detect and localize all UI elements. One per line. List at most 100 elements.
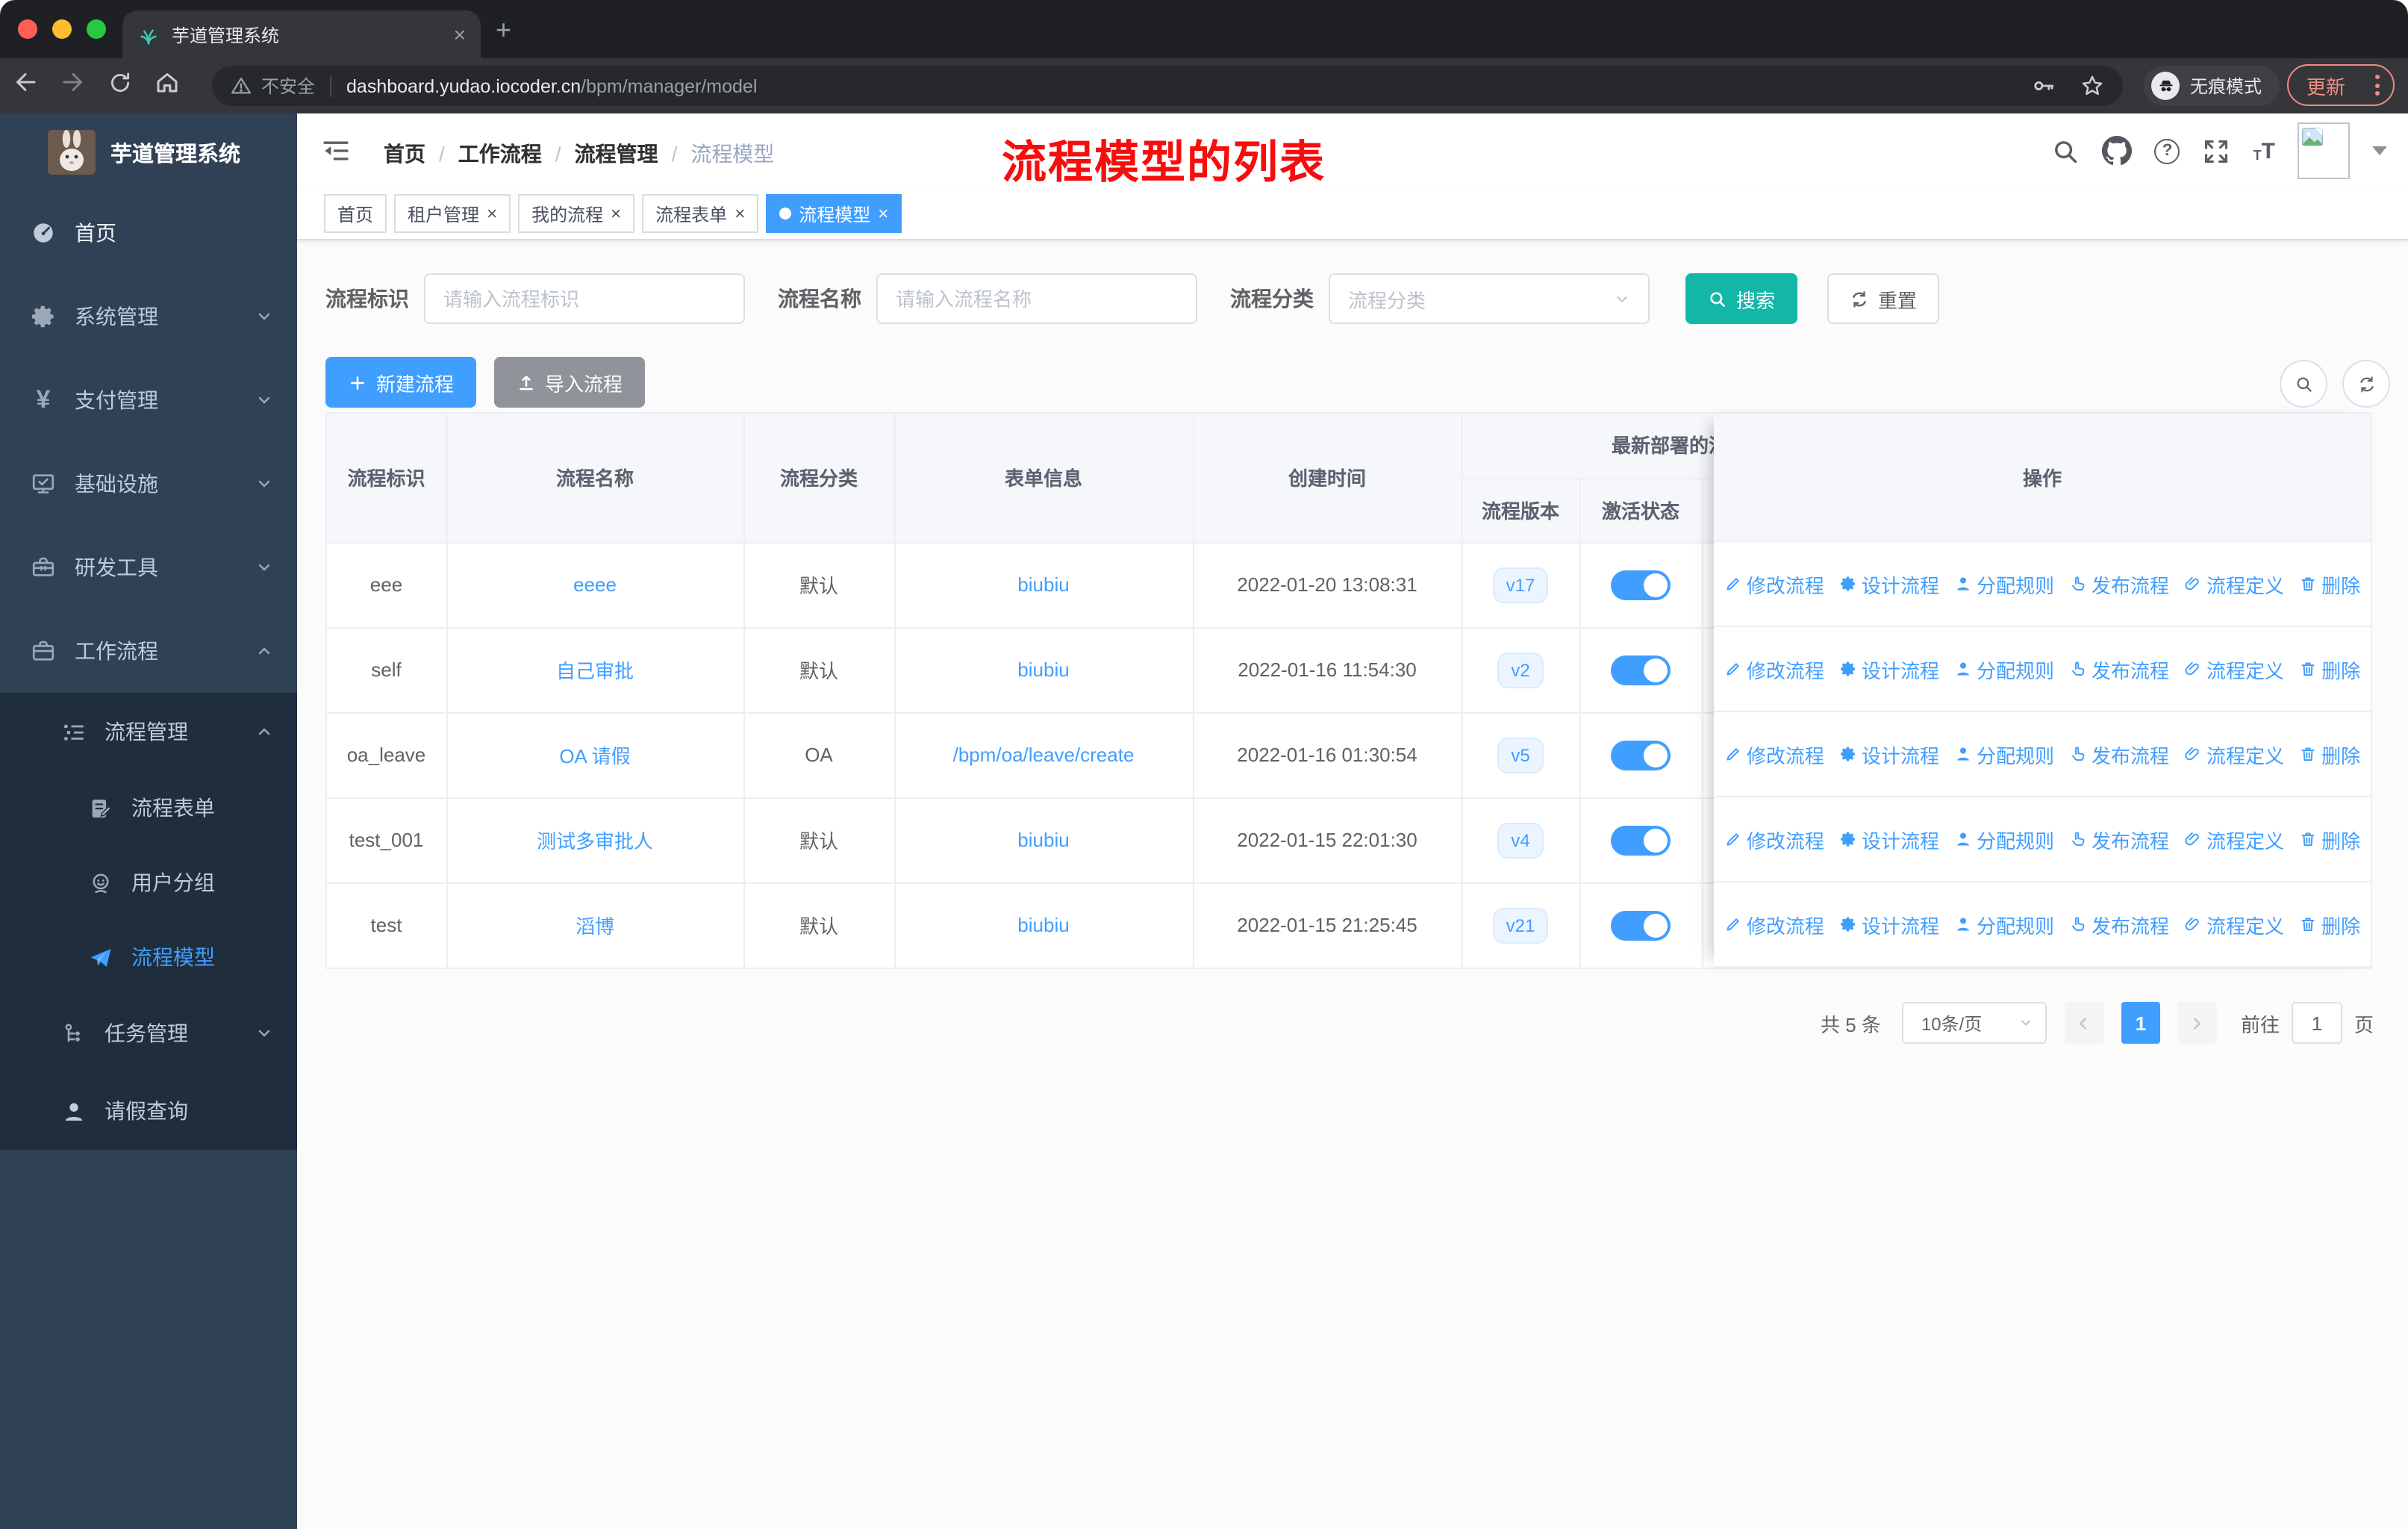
process-definition-link[interactable]: 流程定义 [2184, 570, 2284, 598]
maximize-window-button[interactable] [87, 19, 106, 39]
design-process-link[interactable]: 设计流程 [1839, 570, 1939, 598]
delete-link[interactable]: 删除 [2299, 740, 2360, 768]
toggle-search-button[interactable] [2280, 360, 2327, 408]
design-process-link[interactable]: 设计流程 [1839, 655, 1939, 683]
sidebar-item-process-form[interactable]: 流程表单 [0, 770, 297, 845]
process-definition-link[interactable]: 流程定义 [2184, 655, 2284, 683]
app-logo[interactable]: 芋道管理系统 [0, 113, 297, 191]
reset-button[interactable]: 重置 [1827, 273, 1940, 324]
search-icon[interactable] [2052, 137, 2080, 165]
browser-tab[interactable]: 芋道管理系统 × [122, 10, 481, 58]
tag-close-icon[interactable]: × [487, 205, 497, 222]
fullscreen-icon[interactable] [2203, 137, 2231, 165]
publish-process-link[interactable]: 发布流程 [2069, 825, 2169, 853]
process-id-input[interactable] [424, 273, 745, 324]
reload-icon[interactable] [107, 69, 133, 95]
sidebar-item-leave-query[interactable]: 请假查询 [0, 1072, 297, 1150]
model-name-link[interactable]: 自己审批 [556, 660, 634, 682]
sidebar-item-payment[interactable]: ¥ 支付管理 [0, 358, 297, 442]
sidebar-item-infra[interactable]: 基础设施 [0, 442, 297, 526]
process-definition-link[interactable]: 流程定义 [2184, 910, 2284, 938]
category-select[interactable]: 流程分类 [1329, 273, 1650, 324]
assign-rule-link[interactable]: 分配规则 [1954, 655, 2054, 683]
assign-rule-link[interactable]: 分配规则 [1954, 825, 2054, 853]
browser-menu-dots-icon[interactable] [2375, 75, 2380, 96]
process-definition-link[interactable]: 流程定义 [2184, 740, 2284, 768]
edit-process-link[interactable]: 修改流程 [1724, 740, 1824, 768]
form-info-link[interactable]: biubiu [1017, 658, 1069, 681]
next-page-button[interactable] [2177, 1002, 2217, 1044]
url-path[interactable]: /bpm/manager/model [581, 75, 757, 96]
assign-rule-link[interactable]: 分配规则 [1954, 910, 2054, 938]
edit-process-link[interactable]: 修改流程 [1724, 910, 1824, 938]
form-info-link[interactable]: biubiu [1017, 573, 1069, 596]
refresh-table-button[interactable] [2342, 360, 2390, 408]
model-name-link[interactable]: 滔博 [576, 915, 614, 938]
tag-close-icon[interactable]: × [878, 205, 888, 222]
goto-page-input[interactable] [2291, 1002, 2342, 1044]
edit-process-link[interactable]: 修改流程 [1724, 825, 1824, 853]
update-label[interactable]: 更新 [2306, 71, 2345, 99]
publish-process-link[interactable]: 发布流程 [2069, 655, 2169, 683]
edit-process-link[interactable]: 修改流程 [1724, 570, 1824, 598]
password-key-icon[interactable] [2030, 73, 2056, 99]
version-badge[interactable]: v2 [1497, 652, 1544, 688]
sidebar-item-process-model[interactable]: 流程模型 [0, 920, 297, 994]
publish-process-link[interactable]: 发布流程 [2069, 740, 2169, 768]
publish-process-link[interactable]: 发布流程 [2069, 910, 2169, 938]
design-process-link[interactable]: 设计流程 [1839, 825, 1939, 853]
minimize-window-button[interactable] [52, 19, 72, 39]
version-badge[interactable]: v21 [1492, 907, 1549, 943]
assign-rule-link[interactable]: 分配规则 [1954, 570, 2054, 598]
model-name-link[interactable]: eeee [573, 573, 617, 596]
active-toggle[interactable] [1611, 655, 1671, 685]
bookmark-star-icon[interactable] [2080, 73, 2105, 99]
font-size-icon[interactable]: TT [2253, 140, 2275, 162]
home-icon[interactable] [154, 69, 181, 96]
breadcrumb-item[interactable]: 首页 [384, 139, 425, 169]
prev-page-button[interactable] [2064, 1002, 2103, 1044]
sidebar-item-user-group[interactable]: 用户分组 [0, 845, 297, 920]
delete-link[interactable]: 删除 [2299, 570, 2360, 598]
browser-update-button[interactable]: 更新 [2287, 64, 2395, 106]
url-domain[interactable]: dashboard.yudao.iocoder.cn [346, 75, 581, 96]
create-process-button[interactable]: 新建流程 [325, 357, 477, 408]
back-icon[interactable] [12, 69, 39, 96]
form-info-link[interactable]: biubiu [1017, 829, 1069, 851]
forward-icon[interactable] [60, 69, 87, 96]
new-tab-button[interactable]: + [496, 16, 511, 43]
github-icon[interactable] [2102, 136, 2133, 166]
active-toggle[interactable] [1611, 910, 1671, 940]
page-number-current[interactable]: 1 [2121, 1002, 2160, 1044]
tag-my-process[interactable]: 我的流程 × [518, 194, 635, 233]
active-toggle[interactable] [1611, 570, 1671, 600]
version-badge[interactable]: v4 [1497, 822, 1544, 858]
publish-process-link[interactable]: 发布流程 [2069, 570, 2169, 598]
sidebar-item-workflow[interactable]: 工作流程 [0, 609, 297, 693]
tag-close-icon[interactable]: × [734, 205, 745, 222]
tag-close-icon[interactable]: × [611, 205, 621, 222]
breadcrumb-item[interactable]: 工作流程 [458, 139, 542, 169]
model-name-link[interactable]: 测试多审批人 [537, 830, 653, 853]
tag-home[interactable]: 首页 [324, 194, 387, 233]
design-process-link[interactable]: 设计流程 [1839, 910, 1939, 938]
active-toggle[interactable] [1611, 825, 1671, 855]
tag-process-model[interactable]: 流程模型 × [766, 194, 902, 233]
process-name-input[interactable] [876, 273, 1197, 324]
address-bar[interactable]: 不安全 dashboard.yudao.iocoder.cn/bpm/manag… [212, 66, 2123, 106]
search-button[interactable]: 搜索 [1685, 273, 1798, 324]
form-info-link[interactable]: /bpm/oa/leave/create [953, 744, 1135, 766]
page-size-select[interactable]: 10条/页 [1901, 1002, 2047, 1044]
process-definition-link[interactable]: 流程定义 [2184, 825, 2284, 853]
breadcrumb-item[interactable]: 流程管理 [575, 139, 658, 169]
edit-process-link[interactable]: 修改流程 [1724, 655, 1824, 683]
import-process-button[interactable]: 导入流程 [494, 357, 646, 408]
model-name-link[interactable]: OA 请假 [559, 745, 630, 767]
delete-link[interactable]: 删除 [2299, 825, 2360, 853]
sidebar-item-home[interactable]: 首页 [0, 191, 297, 275]
help-icon[interactable]: ? [2154, 138, 2180, 164]
sidebar-item-task-mgmt[interactable]: 任务管理 [0, 994, 297, 1072]
assign-rule-link[interactable]: 分配规则 [1954, 740, 2054, 768]
sidebar-item-system[interactable]: 系统管理 [0, 275, 297, 358]
version-badge[interactable]: v5 [1497, 737, 1544, 773]
